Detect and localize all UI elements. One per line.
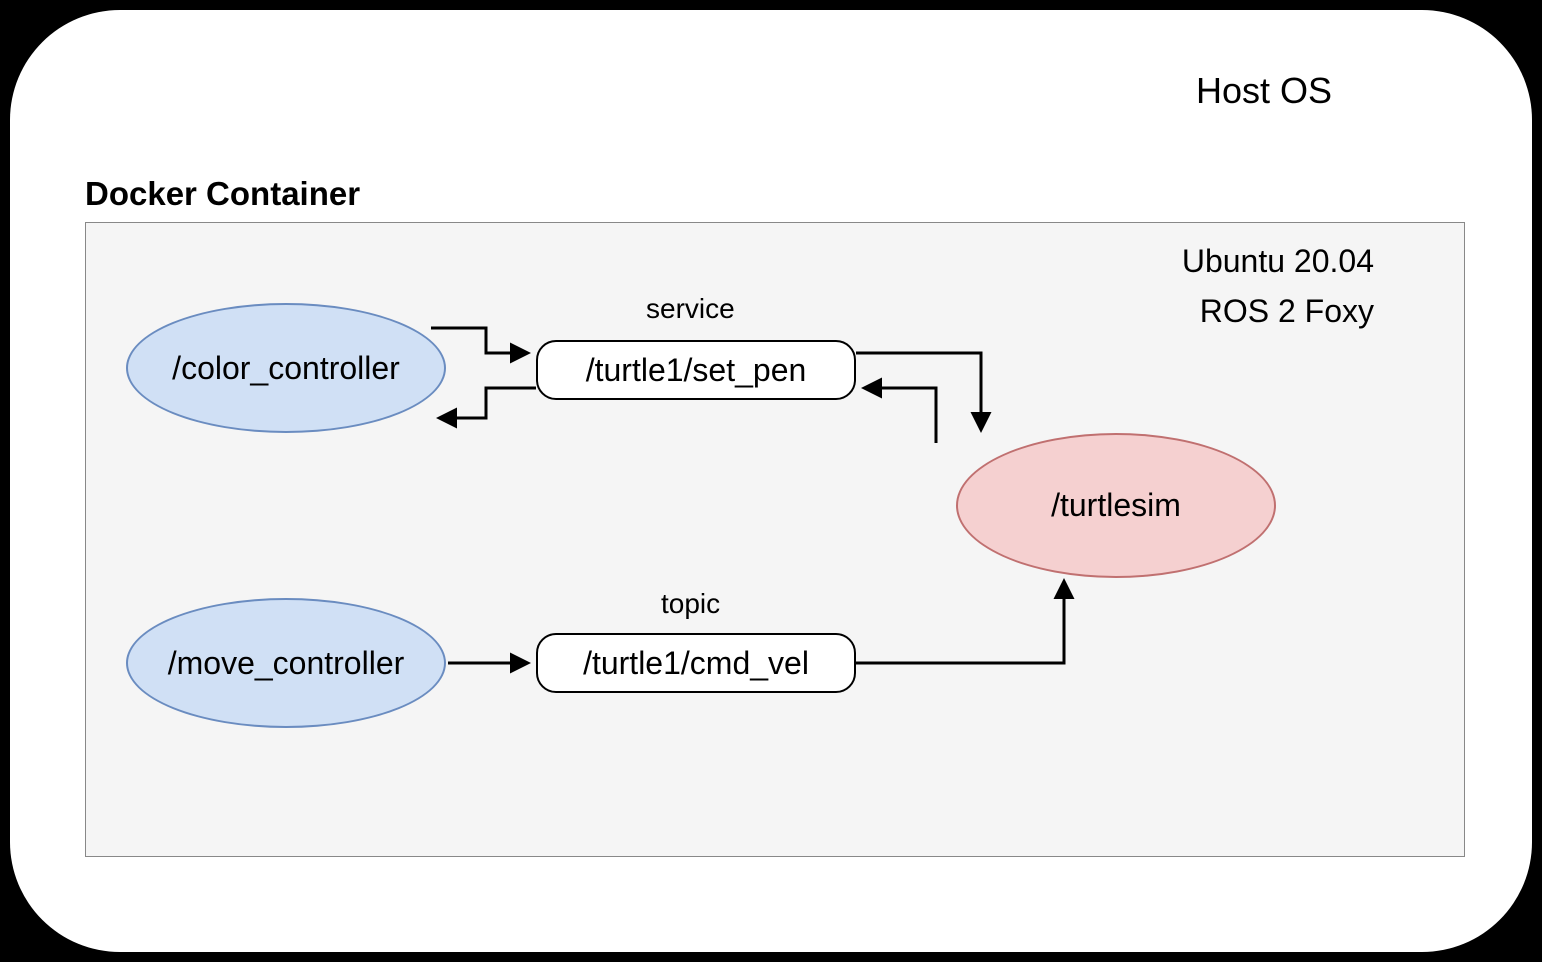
node-turtlesim: /turtlesim: [956, 433, 1276, 578]
docker-title: Docker Container: [85, 175, 360, 213]
docker-container: Ubuntu 20.04 ROS 2 Foxy /color_controlle…: [85, 222, 1465, 857]
service-set-pen: /turtle1/set_pen: [536, 340, 856, 400]
topic-label: topic: [661, 588, 720, 620]
node-color-controller: /color_controller: [126, 303, 446, 433]
ubuntu-label: Ubuntu 20.04: [1182, 243, 1374, 280]
ros-label: ROS 2 Foxy: [1200, 293, 1374, 330]
topic-cmd-vel: /turtle1/cmd_vel: [536, 633, 856, 693]
host-os-label: Host OS: [1196, 70, 1332, 112]
node-move-controller: /move_controller: [126, 598, 446, 728]
host-os-container: Host OS Docker Container Ubuntu 20.04 RO…: [10, 10, 1532, 952]
service-label: service: [646, 293, 735, 325]
